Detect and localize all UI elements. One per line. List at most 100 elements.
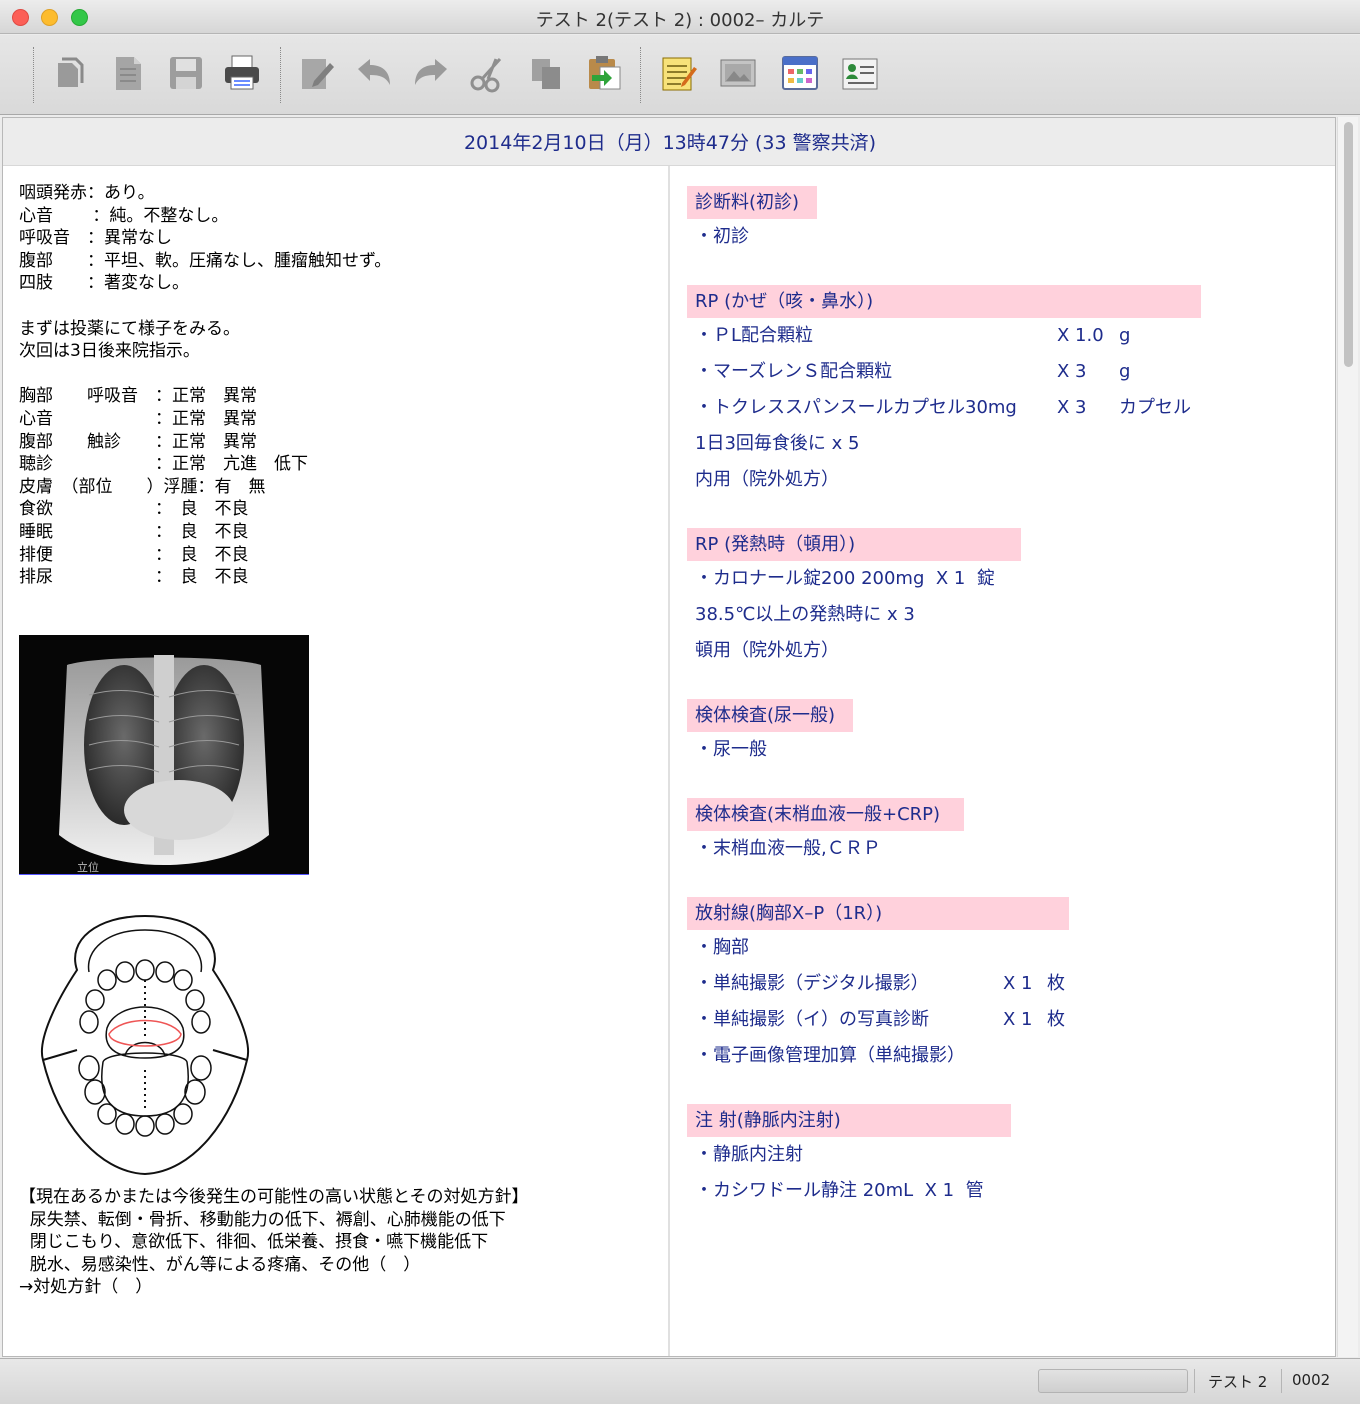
plan-item: ・カロナール錠200 200mg X 1 錠	[687, 561, 1327, 597]
oral-cavity-diagram[interactable]	[37, 910, 253, 1178]
plan-item-text: 内用（院外処方）	[695, 469, 839, 490]
save-icon	[170, 57, 202, 89]
new-karte-button[interactable]	[50, 53, 90, 93]
plan-item-text: ・単純撮影（イ）の写真診断	[695, 1009, 929, 1030]
plan-item-text: 頓用（院外処方）	[695, 640, 839, 661]
plan-item-quantity: X 1.0	[1057, 325, 1104, 346]
image-icon	[720, 59, 756, 87]
toolbar-separator	[640, 47, 641, 103]
plan-item-text: ・末梢血液一般,ＣＲＰ	[695, 838, 881, 859]
new-document-button[interactable]	[108, 53, 148, 93]
plan-item-quantity: X 3	[1057, 361, 1087, 382]
soa-text[interactable]: 咽頭発赤：あり。 心音 ：純。不整なし。 呼吸音 ：異常なし 腹部 ：平坦、軟。圧痛な…	[19, 182, 659, 589]
edit-button[interactable]	[296, 53, 336, 93]
plan-stamp[interactable]: 放射線(胸部X–P（1R）) ・胸部 ・単純撮影（デジタル撮影） X 1 枚・単純撮影（…	[687, 897, 1327, 1074]
redo-button[interactable]	[411, 53, 451, 93]
patient-card-button[interactable]	[840, 53, 880, 93]
soa-line: 呼吸音 ：異常なし	[19, 228, 172, 249]
soa-line: 食欲 ： 良 不良	[19, 499, 249, 520]
soa-line: 心音 ：正常 異常	[19, 408, 257, 429]
soa-line: 咽頭発赤：あり。	[19, 183, 155, 203]
calendar-button[interactable]	[780, 53, 820, 93]
soa-line: 睡眠 ： 良 不良	[19, 521, 249, 542]
plan-stamp[interactable]: 診断料(初診) ・初診	[687, 186, 1327, 255]
soa-line	[19, 363, 659, 386]
plan-item-quantity: X 1	[1003, 1009, 1033, 1030]
window-title: テスト 2(テスト 2) : 0002– カルテ	[535, 10, 825, 31]
plan-item-text: ・静脈内注射	[695, 1144, 803, 1165]
plan-stamp-title: 注 射(静脈内注射)	[687, 1104, 1011, 1137]
plan-item-text: ・単純撮影（デジタル撮影）	[695, 973, 929, 994]
plan-item-text: ・マーズレンＳ配合顆粒	[695, 361, 893, 382]
plan-column[interactable]: 診断料(初診) ・初診 RP (かぜ（咳・鼻水）) ・ＰL配合顆粒 X 1.0 g ・マーズ…	[687, 186, 1327, 1209]
plan-stamp-title: 放射線(胸部X–P（1R）)	[687, 897, 1069, 930]
plan-item-unit: 枚	[1047, 973, 1065, 994]
paste-button[interactable]	[584, 53, 624, 93]
plan-stamp[interactable]: 注 射(静脈内注射) ・静脈内注射 ・カシワドール静注 20mL X 1 管	[687, 1104, 1327, 1209]
plan-stamp-title: 検体検査(末梢血液一般+CRP)	[687, 798, 964, 831]
plan-stamp[interactable]: RP (発熱時（頓用）) ・カロナール錠200 200mg X 1 錠 38.5℃以…	[687, 528, 1327, 669]
soa-line: 排尿 ： 良 不良	[19, 567, 249, 588]
toolbar	[0, 35, 1360, 115]
plan-item-quantity: X 1	[1003, 973, 1033, 994]
plan-stamp-title: 診断料(初診)	[687, 186, 817, 219]
chest-xray-image[interactable]: 立位	[19, 635, 309, 875]
copy-button[interactable]	[526, 53, 566, 93]
karte-date-header: 2014年2月10日（月）13時47分 (33 警察共済)	[3, 118, 1335, 166]
plan-item: ・マーズレンＳ配合顆粒 X 3 g	[687, 354, 1327, 390]
soa-line: 腹部 ：平坦、軟。圧痛なし、腫瘤触知せず。	[19, 250, 392, 271]
plan-item: ・単純撮影（イ）の写真診断 X 1 枚	[687, 1002, 1327, 1038]
care-note-line: 閉じこもり、意欲低下、徘徊、低栄養、摂食・嚥下機能低下	[19, 1232, 489, 1253]
status-patient-id: 0002	[1292, 1371, 1331, 1389]
print-icon	[225, 55, 259, 90]
plan-stamp-title: 検体検査(尿一般)	[687, 699, 853, 732]
plan-item-unit: カプセル	[1119, 397, 1191, 418]
care-note-line: 【現在あるかまたは今後発生の可能性の高い状態とその対処方針】	[19, 1187, 529, 1207]
image-button[interactable]	[718, 53, 758, 93]
xray-position-label: 立位	[77, 860, 99, 874]
care-note-line: →対処方針（ ）	[19, 1277, 153, 1298]
plan-item-text: ・胸部	[695, 937, 749, 958]
plan-item-text: 1日3回毎食後に x 5	[695, 433, 860, 454]
plan-item-text: ・初診	[695, 226, 749, 247]
plan-item-quantity: X 3	[1057, 397, 1087, 418]
plan-item: ・単純撮影（デジタル撮影） X 1 枚	[687, 966, 1327, 1002]
plan-item: ・ＰL配合顆粒 X 1.0 g	[687, 318, 1327, 354]
plan-item-unit: 枚	[1047, 1009, 1065, 1030]
undo-button[interactable]	[354, 53, 394, 93]
vertical-scrollbar[interactable]	[1337, 117, 1358, 1357]
care-notes-text[interactable]: 【現在あるかまたは今後発生の可能性の高い状態とその対処方針】 尿失禁、転倒・骨折…	[19, 1186, 659, 1299]
stamp-note-button[interactable]	[658, 53, 698, 93]
status-separator	[1194, 1369, 1195, 1393]
patient-card-icon	[842, 58, 878, 90]
plan-item-unit: g	[1119, 361, 1131, 382]
save-button[interactable]	[166, 53, 206, 93]
status-patient-name: テスト 2	[1208, 1373, 1268, 1391]
status-separator	[1281, 1369, 1282, 1393]
progress-bar	[1038, 1369, 1188, 1393]
print-button[interactable]	[222, 53, 262, 93]
soa-line: 心音 ：純。不整なし。	[19, 205, 229, 226]
plan-stamp[interactable]: RP (かぜ（咳・鼻水）) ・ＰL配合顆粒 X 1.0 g ・マーズレンＳ配合顆粒 X 3…	[687, 285, 1327, 498]
plan-item: ・電子画像管理加算（単純撮影）	[687, 1038, 1327, 1074]
soa-line: まずは投薬にて様子をみる。	[19, 318, 240, 339]
title-bar: テスト 2(テスト 2) : 0002– カルテ	[0, 0, 1360, 34]
plan-item-text: ・電子画像管理加算（単純撮影）	[695, 1045, 965, 1066]
plan-item-text: ・ＰL配合顆粒	[695, 325, 814, 346]
plan-item-text: 38.5℃以上の発熱時に x 3	[695, 604, 915, 625]
soa-line: 腹部 触診 ：正常 異常	[19, 431, 257, 452]
cut-button[interactable]	[468, 53, 508, 93]
toolbar-separator	[33, 47, 34, 103]
copy-icon	[532, 59, 560, 89]
plan-stamp[interactable]: 検体検査(尿一般) ・尿一般	[687, 699, 1327, 768]
plan-item-text: ・トクレススパンスールカプセル30mg	[695, 397, 1017, 418]
plan-item-unit: g	[1119, 325, 1131, 346]
edit-icon	[302, 59, 334, 89]
plan-item: ・末梢血液一般,ＣＲＰ	[687, 831, 1327, 867]
new-document-icon	[116, 57, 141, 90]
plan-item: ・尿一般	[687, 732, 1327, 768]
scrollbar-thumb[interactable]	[1344, 122, 1353, 367]
plan-item: ・初診	[687, 219, 1327, 255]
plan-stamp[interactable]: 検体検査(末梢血液一般+CRP) ・末梢血液一般,ＣＲＰ	[687, 798, 1327, 867]
plan-stamp-title: RP (かぜ（咳・鼻水）)	[687, 285, 1201, 318]
